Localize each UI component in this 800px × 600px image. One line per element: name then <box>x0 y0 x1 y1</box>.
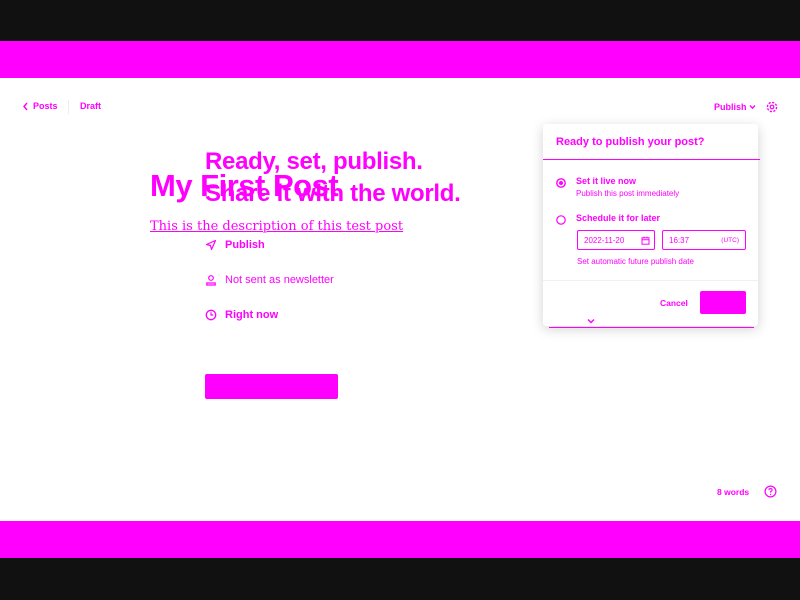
bottom-accent-band <box>0 521 800 558</box>
headline-line-2: Share it with the world. <box>205 180 461 207</box>
chevron-left-icon <box>23 102 28 110</box>
post-description: This is the description of this test pos… <box>150 219 404 234</box>
popover-bottom-underline <box>549 327 754 328</box>
schedule-time-input[interactable]: 16:37 (UTC) <box>662 230 746 250</box>
publish-now-hint: Publish this post immediately <box>576 189 680 198</box>
cancel-button[interactable]: Cancel <box>660 298 688 308</box>
time-value: 16:37 <box>669 236 690 245</box>
breadcrumb-divider <box>68 100 69 114</box>
publish-type-option[interactable]: Publish <box>205 239 265 251</box>
publish-now-label: Set it live now <box>576 176 637 186</box>
continue-button[interactable] <box>205 374 338 399</box>
clock-icon <box>205 309 217 321</box>
newsletter-option[interactable]: Not sent as newsletter <box>205 274 334 286</box>
schedule-date-input[interactable]: 2022-11-20 <box>577 230 655 250</box>
popover-title: Ready to publish your post? <box>556 136 705 148</box>
publish-time-label: Right now <box>225 309 279 321</box>
publish-time-option[interactable]: Right now <box>205 309 278 321</box>
send-icon <box>205 239 217 251</box>
word-count: 8 words <box>717 487 750 497</box>
schedule-later-label: Schedule it for later <box>576 213 661 223</box>
radio-selected-icon <box>556 178 566 188</box>
publish-headline: Ready, set, publish. Share it with the w… <box>205 146 461 210</box>
user-icon <box>206 275 216 286</box>
publish-menu-button[interactable]: Publish <box>714 102 756 112</box>
top-accent-band <box>0 41 800 83</box>
help-button[interactable] <box>764 485 777 498</box>
schedule-note: Set automatic future publish date <box>577 257 694 266</box>
expand-chevron[interactable] <box>586 313 596 324</box>
popover-title-divider <box>543 159 760 160</box>
popover-footer-divider <box>543 280 758 281</box>
publish-type-label: Publish <box>225 239 265 251</box>
publish-label: Publish <box>714 102 747 112</box>
publish-now-radio[interactable] <box>556 175 566 188</box>
date-value: 2022-11-20 <box>584 236 625 245</box>
chevron-down-icon <box>587 319 595 324</box>
gear-icon <box>766 101 778 113</box>
back-label: Posts <box>33 101 58 111</box>
headline-line-1: Ready, set, publish. <box>205 148 423 175</box>
help-icon <box>764 485 777 498</box>
radio-unselected-icon <box>556 215 566 225</box>
publish-schedule-popover: Ready to publish your post? Set it live … <box>543 124 760 326</box>
editor-page: Posts Draft Publish My First Post This i… <box>0 78 800 521</box>
confirm-schedule-button[interactable] <box>700 291 746 314</box>
chevron-down-icon <box>749 105 755 110</box>
back-to-posts-link[interactable]: Posts <box>22 101 58 111</box>
newsletter-label: Not sent as newsletter <box>225 274 334 286</box>
post-status: Draft <box>80 101 102 111</box>
schedule-later-radio[interactable] <box>556 212 566 225</box>
timezone-label: (UTC) <box>721 237 739 244</box>
calendar-icon <box>641 236 650 245</box>
settings-button[interactable] <box>765 100 779 114</box>
